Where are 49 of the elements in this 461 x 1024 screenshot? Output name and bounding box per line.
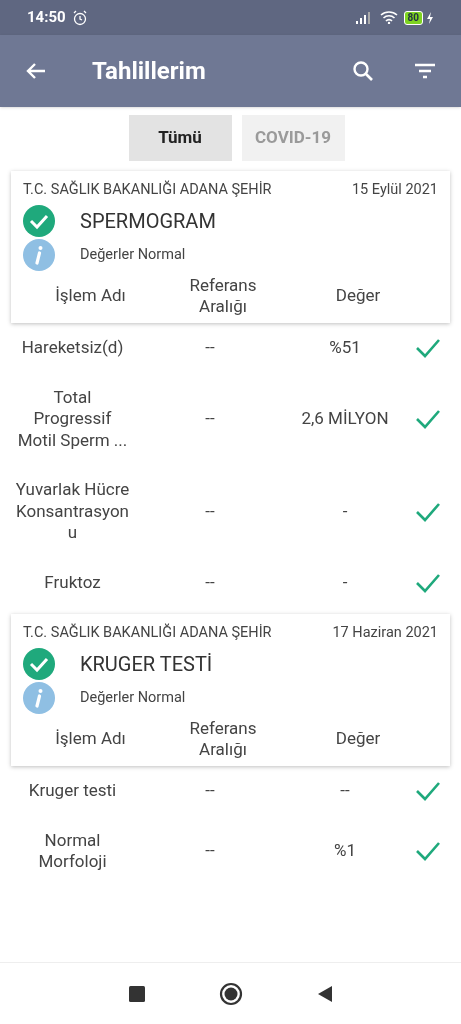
result-value: 2,6 MİLYON xyxy=(300,408,390,430)
result-card[interactable]: T.C. SAĞLIK BAKANLIĞI ADANA ŞEHİR 17 Haziran 2021 KRUGER TESTİ Değerler Normal İşlem Adı Referans Aralığı Değer xyxy=(11,613,450,766)
column-header: İşlem Adı xyxy=(54,728,127,749)
column-header: Değer xyxy=(334,728,382,749)
test-item-name: Kruger testi xyxy=(27,779,118,802)
result-value: -- xyxy=(339,779,351,802)
result-date: 17 Haziran 2021 xyxy=(332,622,438,643)
hospital-name: T.C. SAĞLIK BAKANLIĞI ADANA ŞEHİR xyxy=(23,179,272,200)
result-value: %51 xyxy=(328,337,362,359)
screen-title: Tahlillerim xyxy=(92,56,207,87)
hospital-name: T.C. SAĞLIK BAKANLIĞI ADANA ŞEHİR xyxy=(23,622,272,643)
alarm-icon xyxy=(71,9,88,26)
battery-level: 80 xyxy=(403,10,423,25)
test-name: KRUGER TESTİ xyxy=(80,650,213,678)
reference-range: -- xyxy=(204,337,216,359)
reference-range: -- xyxy=(204,840,216,862)
column-header: Referans Aralığı xyxy=(188,274,258,317)
filter-tab[interactable]: Tümü xyxy=(128,115,232,161)
reference-range: -- xyxy=(204,408,216,430)
search-icon xyxy=(351,59,375,83)
result-value: - xyxy=(341,500,349,523)
result-card[interactable]: T.C. SAĞLIK BAKANLIĞI ADANA ŞEHİR 15 Eylül 2021 SPERMOGRAM Değerler Normal İşlem Adı Referans Aralığı Değer xyxy=(11,171,450,323)
signal-icon xyxy=(355,11,372,24)
test-name: SPERMOGRAM xyxy=(80,207,216,235)
info-icon xyxy=(23,681,55,714)
test-item-name: Normal Morfoloji xyxy=(37,829,108,873)
result-summary: Değerler Normal xyxy=(80,687,186,708)
triangle-icon xyxy=(316,984,333,1003)
info-icon xyxy=(23,238,55,271)
reference-range: -- xyxy=(204,500,216,523)
test-item-name: Yuvarlak Hücre Konsantrasyonu xyxy=(14,479,131,544)
column-header: Değer xyxy=(334,285,382,307)
result-summary: Değerler Normal xyxy=(80,244,186,265)
result-value: - xyxy=(341,572,349,594)
wifi-icon xyxy=(379,11,398,24)
reference-range: -- xyxy=(204,779,216,802)
test-item-name: Hareketsiz(d) xyxy=(20,337,125,359)
reference-range: -- xyxy=(204,572,216,594)
result-date: 15 Eylül 2021 xyxy=(351,180,438,200)
column-header: İşlem Adı xyxy=(54,285,127,307)
home-button[interactable] xyxy=(218,981,243,1006)
charging-icon xyxy=(426,11,434,24)
test-item-name: Total Progressif Motil Sperm ... xyxy=(16,386,129,452)
circle-icon xyxy=(218,981,243,1006)
square-icon xyxy=(128,985,145,1002)
clock-time: 14:50 xyxy=(27,7,66,29)
test-item-name: Fruktoz xyxy=(43,572,102,594)
result-value: %1 xyxy=(333,840,357,862)
column-header: Referans Aralığı xyxy=(188,717,258,760)
